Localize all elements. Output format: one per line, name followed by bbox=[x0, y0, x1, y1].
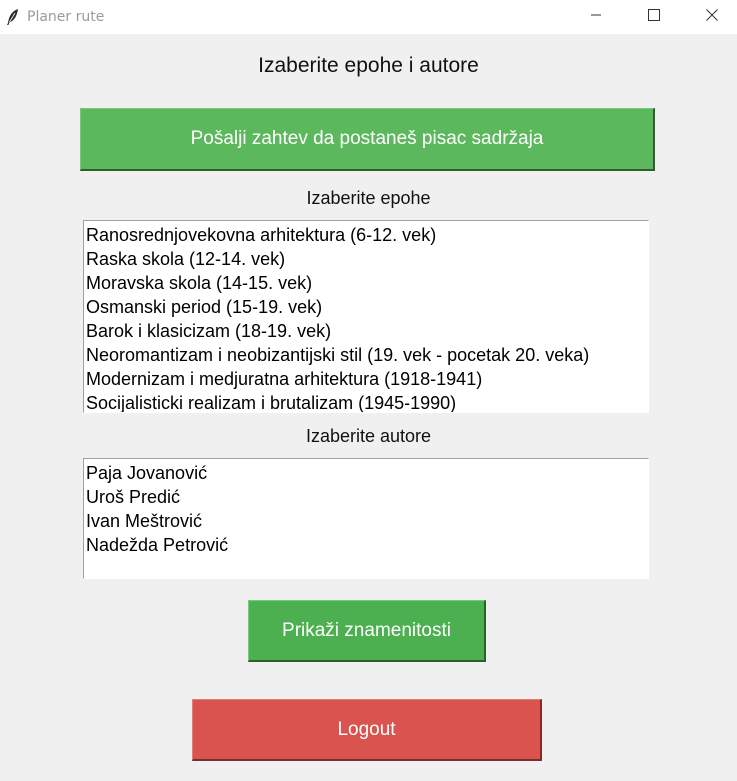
show-landmarks-button[interactable]: Prikaži znamenitosti bbox=[248, 600, 486, 662]
request-writer-button[interactable]: Pošalji zahtev da postaneš pisac sadržaj… bbox=[80, 108, 655, 171]
author-item[interactable]: Uroš Predić bbox=[84, 485, 648, 509]
close-icon bbox=[706, 8, 718, 26]
author-item[interactable]: Nadežda Petrović bbox=[84, 533, 648, 557]
author-item[interactable]: Paja Jovanović bbox=[84, 461, 648, 485]
epoch-item[interactable]: Raska skola (12-14. vek) bbox=[84, 247, 648, 271]
epoch-item[interactable]: Socijalisticki realizam i brutalizam (19… bbox=[84, 391, 648, 412]
authors-label: Izaberite autore bbox=[305, 426, 432, 446]
title-bar[interactable]: Planer rute bbox=[0, 0, 737, 34]
maximize-icon bbox=[648, 8, 660, 26]
minimize-button[interactable] bbox=[573, 0, 619, 34]
epoch-item[interactable]: Neoromantizam i neobizantijski stil (19.… bbox=[84, 343, 648, 367]
epochs-label: Izaberite epohe bbox=[306, 188, 431, 208]
author-item[interactable]: Ivan Meštrović bbox=[84, 509, 648, 533]
epoch-item[interactable]: Modernizam i medjuratna arhitektura (191… bbox=[84, 367, 648, 391]
epoch-item[interactable]: Barok i klasicizam (18-19. vek) bbox=[84, 319, 648, 343]
window-title: Planer rute bbox=[27, 9, 105, 25]
close-button[interactable] bbox=[689, 0, 735, 34]
logout-button[interactable]: Logout bbox=[192, 699, 542, 761]
epoch-item[interactable]: Moravska skola (14-15. vek) bbox=[84, 271, 648, 295]
epoch-item[interactable]: Osmanski period (15-19. vek) bbox=[84, 295, 648, 319]
epoch-item[interactable]: Ranosrednjovekovna arhitektura (6-12. ve… bbox=[84, 223, 648, 247]
epochs-listbox[interactable]: Ranosrednjovekovna arhitektura (6-12. ve… bbox=[83, 220, 649, 413]
page-heading: Izaberite epohe i autore bbox=[258, 54, 479, 77]
app-window: Planer rute Izaberite epohe i autore Poš… bbox=[0, 0, 737, 781]
authors-listbox[interactable]: Paja Jovanović Uroš Predić Ivan Meštrovi… bbox=[83, 458, 649, 579]
feather-icon bbox=[6, 8, 20, 26]
minimize-icon bbox=[590, 8, 602, 26]
maximize-button[interactable] bbox=[631, 0, 677, 34]
